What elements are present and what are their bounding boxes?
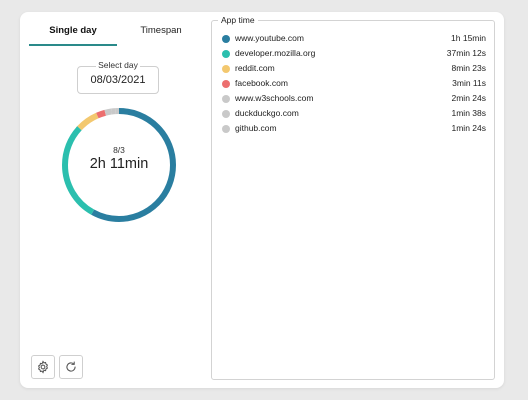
app-row: github.com 1min 24s <box>221 121 486 136</box>
app-color-dot <box>222 109 230 118</box>
app-time: 37min 12s <box>446 48 486 58</box>
app-time: 3min 11s <box>452 78 486 88</box>
app-name: reddit.com <box>235 63 275 73</box>
refresh-button[interactable] <box>59 355 83 379</box>
refresh-icon <box>66 361 76 372</box>
app-color-dot <box>222 64 230 73</box>
app-color-dot <box>222 94 230 103</box>
tab-single-day[interactable]: Single day <box>29 18 117 46</box>
app-name: duckduckgo.com <box>235 108 299 118</box>
app-row: www.youtube.com 1h 15min <box>221 31 486 46</box>
app-color-dot <box>222 34 230 43</box>
app-name: developer.mozilla.org <box>235 48 316 58</box>
app-color-dot <box>222 49 230 58</box>
app-name: www.youtube.com <box>235 33 304 43</box>
donut-total-time: 2h 11min <box>89 156 149 172</box>
app-name: www.w3schools.com <box>235 93 314 103</box>
tab-timespan[interactable]: Timespan <box>117 18 205 44</box>
app-time: 1min 38s <box>451 108 487 118</box>
app-list: www.youtube.com 1h 15min developer.mozilla… <box>221 31 486 136</box>
left-panel: Single day Timespan Select day 08/03/202… <box>20 12 210 388</box>
gear-icon <box>37 360 49 374</box>
tab-bar: Single day Timespan <box>29 18 205 46</box>
app-row: reddit.com 8min 23s <box>221 61 486 76</box>
app-time: 1h 15min <box>451 33 486 43</box>
settings-button[interactable] <box>31 355 55 379</box>
app-time: 1min 24s <box>451 123 487 133</box>
select-day-label: Select day <box>78 60 158 70</box>
app-row: duckduckgo.com 1min 38s <box>221 106 486 121</box>
select-day-field[interactable]: Select day 08/03/2021 <box>77 60 159 94</box>
select-day-value[interactable]: 08/03/2021 <box>78 74 158 86</box>
donut-date-label: 8/3 <box>113 145 125 155</box>
app-name: github.com <box>235 123 277 133</box>
app-row: developer.mozilla.org 37min 12s <box>221 46 486 61</box>
app-row: www.w3schools.com 2min 24s <box>221 91 486 106</box>
app-color-dot <box>222 124 230 133</box>
app-row: facebook.com 3min 11s <box>221 76 486 91</box>
app-color-dot <box>222 79 230 88</box>
select-day-label-text: Select day <box>96 60 140 70</box>
app-time-title: App time <box>218 15 258 25</box>
popup-card: Single day Timespan Select day 08/03/202… <box>20 12 504 388</box>
app-time: 8min 23s <box>451 63 487 73</box>
app-time-panel: App time www.youtube.com 1h 15min develope… <box>211 15 495 380</box>
app-time: 2min 24s <box>451 93 487 103</box>
app-name: facebook.com <box>235 78 288 88</box>
